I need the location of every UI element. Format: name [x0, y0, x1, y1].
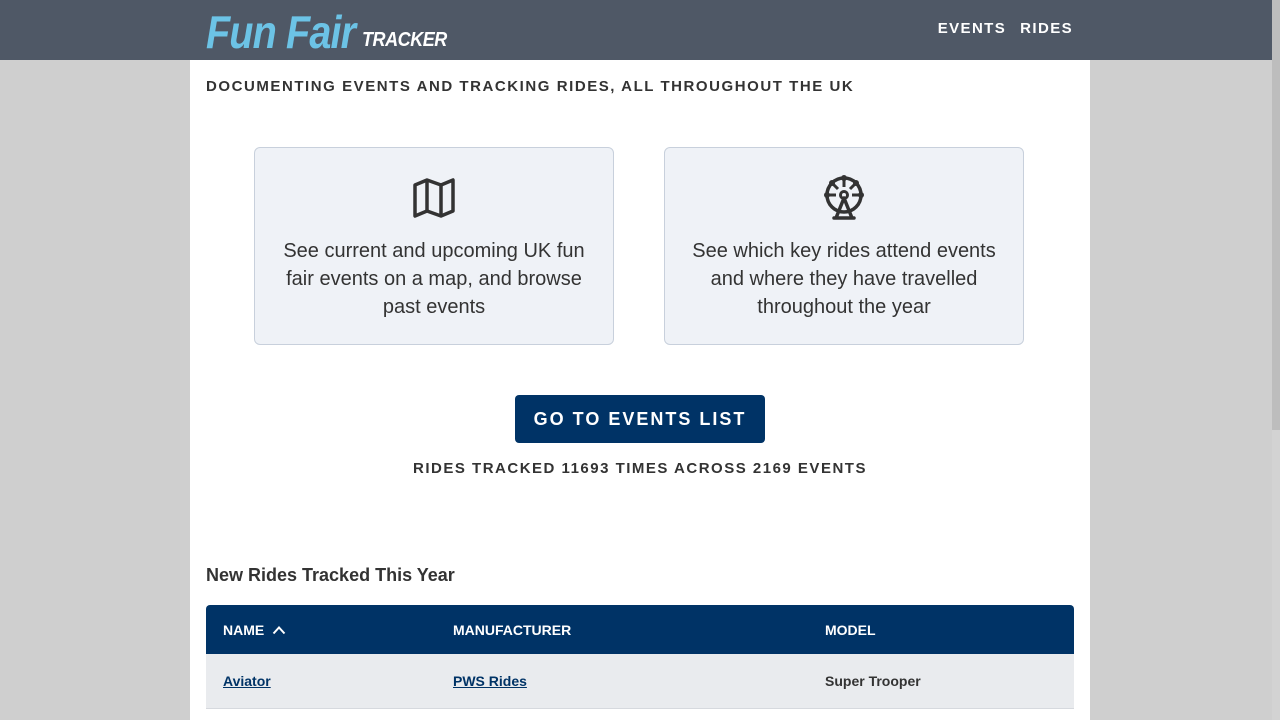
new-rides-title: New Rides Tracked This Year — [206, 565, 455, 585]
table-row: Aviator PWS Rides Super Trooper — [206, 654, 1074, 709]
events-feature-card: See current and upcoming UK fun fair eve… — [254, 147, 614, 345]
column-header-name-label: NAME — [223, 621, 265, 638]
nav-events-link[interactable]: EVENTS — [938, 20, 1006, 37]
column-header-manufacturer[interactable]: MANUFACTURER — [453, 622, 825, 638]
table-header: NAME MANUFACTURER MODEL — [206, 605, 1074, 654]
map-icon — [413, 178, 455, 218]
rides-feature-card: See which key rides attend events and wh… — [664, 147, 1024, 345]
scrollbar-thumb[interactable] — [1272, 0, 1280, 430]
logo-sub-text: TRACKER — [362, 29, 448, 51]
go-to-events-button[interactable]: GO TO EVENTS LIST — [515, 395, 765, 443]
main-nav: EVENTS RIDES — [938, 20, 1073, 37]
column-header-name[interactable]: NAME — [206, 622, 453, 638]
manufacturer-link[interactable]: PWS Rides — [453, 673, 527, 689]
events-feature-text: See current and upcoming UK fun fair eve… — [283, 240, 585, 318]
chevron-up-icon — [272, 625, 286, 634]
site-logo[interactable]: Fun Fair TRACKER — [206, 4, 457, 56]
site-header: Fun Fair TRACKER EVENTS RIDES — [0, 0, 1280, 60]
tagline: DOCUMENTING EVENTS AND TRACKING RIDES, A… — [206, 78, 855, 95]
page-scrollbar[interactable] — [1272, 0, 1280, 720]
tracking-stats: RIDES TRACKED 11693 TIMES ACROSS 2169 EV… — [413, 460, 867, 477]
new-rides-table: NAME MANUFACTURER MODEL Aviator PWS Ride… — [206, 605, 1074, 709]
nav-rides-link[interactable]: RIDES — [1020, 20, 1073, 37]
ride-name-link[interactable]: Aviator — [223, 673, 271, 689]
rides-feature-text: See which key rides attend events and wh… — [692, 240, 996, 318]
ferris-wheel-icon — [824, 175, 864, 220]
model-cell: Super Trooper — [825, 673, 921, 689]
main-content: DOCUMENTING EVENTS AND TRACKING RIDES, A… — [190, 60, 1090, 720]
logo-main-text: Fun Fair — [206, 6, 356, 58]
column-header-model[interactable]: MODEL — [825, 622, 1074, 638]
